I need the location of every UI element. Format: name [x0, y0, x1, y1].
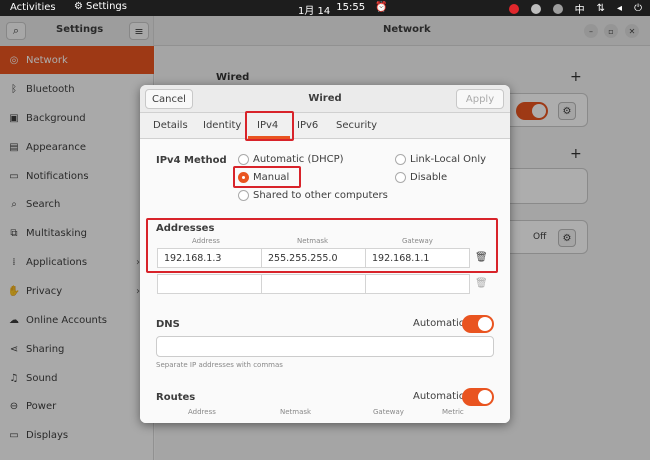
- dns-hint: Separate IP addresses with commas: [156, 361, 283, 369]
- dialog-tabs: Details Identity IPv4 IPv6 Security: [140, 113, 510, 139]
- minus-icon[interactable]: [530, 3, 541, 14]
- clock-time: 15:55: [336, 2, 366, 13]
- radio-shared[interactable]: Shared to other computers: [238, 190, 388, 201]
- ipv4-settings: IPv4 Method Automatic (DHCP) Manual Shar…: [140, 140, 510, 423]
- routes-address-header: Address: [188, 408, 216, 416]
- routes-automatic-label: Automatic: [413, 391, 465, 402]
- tab-details[interactable]: Details: [153, 120, 188, 131]
- radio-indicator: [395, 154, 406, 165]
- tab-ipv6[interactable]: IPv6: [297, 120, 318, 131]
- routes-metric-header: Metric: [442, 408, 464, 416]
- tab-identity[interactable]: Identity: [203, 120, 241, 131]
- radio-automatic-dhcp[interactable]: Automatic (DHCP): [238, 154, 344, 165]
- alarm-icon: ⏰: [375, 2, 388, 13]
- activities-button[interactable]: Activities: [10, 2, 56, 13]
- radio-label: Automatic (DHCP): [253, 154, 344, 165]
- dns-input[interactable]: [156, 336, 494, 357]
- radio-link-local[interactable]: Link-Local Only: [395, 154, 486, 165]
- routes-automatic-toggle[interactable]: [462, 388, 494, 406]
- clock[interactable]: 1月 14 15:55 ⏰: [298, 2, 388, 17]
- highlight-ipv4-tab: [245, 111, 294, 141]
- volume-icon[interactable]: ◂: [617, 3, 622, 14]
- routes-netmask-header: Netmask: [280, 408, 312, 416]
- apply-button[interactable]: Apply: [456, 89, 504, 109]
- record-icon[interactable]: [508, 3, 519, 14]
- app-menu[interactable]: ⚙ Settings: [74, 1, 127, 12]
- dialog-title: Wired: [308, 93, 342, 104]
- routes-gateway-header: Gateway: [373, 408, 404, 416]
- radio-label: Shared to other computers: [253, 190, 388, 201]
- radio-label: Link-Local Only: [410, 154, 487, 165]
- radio-indicator: [238, 154, 249, 165]
- highlight-manual-option: [233, 166, 301, 188]
- highlight-addresses: [146, 218, 498, 273]
- app-indicator-icon[interactable]: [552, 3, 563, 14]
- dialog-header: Cancel Wired Apply: [140, 85, 510, 113]
- dns-automatic-label: Automatic: [413, 318, 465, 329]
- routes-heading: Routes: [156, 392, 196, 403]
- trash-icon: 🗑: [475, 278, 488, 289]
- radio-indicator: [395, 172, 406, 183]
- radio-indicator: [238, 190, 249, 201]
- app-menu-label: Settings: [85, 1, 127, 12]
- address-input-empty[interactable]: [157, 274, 262, 294]
- top-bar: Activities ⚙ Settings 1月 14 15:55 ⏰ 中 ⇅ …: [0, 0, 650, 17]
- gateway-input-empty[interactable]: [365, 274, 470, 294]
- tab-security[interactable]: Security: [336, 120, 377, 131]
- radio-disable[interactable]: Disable: [395, 172, 447, 183]
- radio-label: Disable: [410, 172, 448, 183]
- gear-icon: ⚙: [74, 1, 83, 12]
- ipv4-method-label: IPv4 Method: [156, 155, 227, 166]
- power-menu-icon[interactable]: ⏻: [634, 3, 642, 14]
- netmask-input-empty[interactable]: [261, 274, 366, 294]
- clock-date: 1月 14: [298, 6, 331, 17]
- network-status-icon[interactable]: ⇅: [597, 3, 605, 14]
- system-tray: 中 ⇅ ◂ ⏻: [508, 1, 642, 16]
- input-method-indicator[interactable]: 中: [575, 1, 585, 16]
- dns-automatic-toggle[interactable]: [462, 315, 494, 333]
- dns-heading: DNS: [156, 319, 180, 330]
- delete-address-button-disabled[interactable]: 🗑: [475, 278, 488, 289]
